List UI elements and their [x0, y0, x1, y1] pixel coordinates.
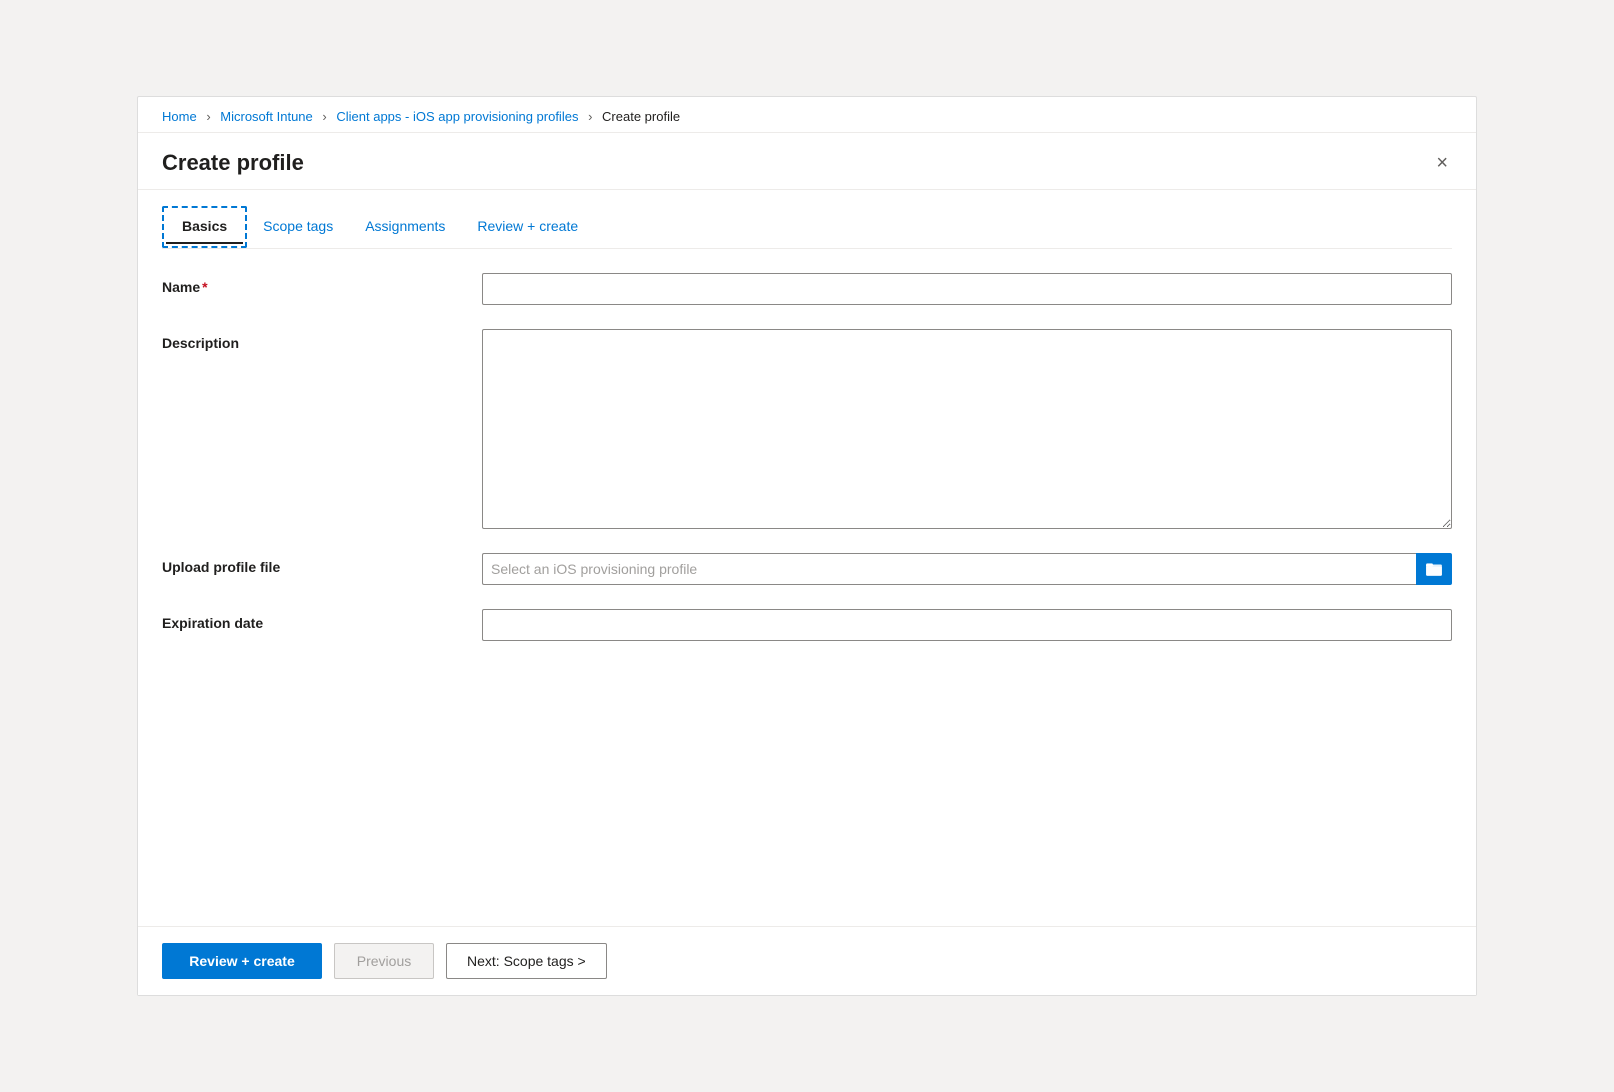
page-title: Create profile — [162, 150, 304, 176]
breadcrumb-intune[interactable]: Microsoft Intune — [220, 109, 313, 124]
name-required-star: * — [202, 279, 207, 295]
description-row: Description — [162, 329, 1452, 529]
previous-button: Previous — [334, 943, 434, 979]
breadcrumb-current: Create profile — [602, 109, 680, 124]
panel-header: Create profile × — [138, 133, 1476, 189]
review-create-button[interactable]: Review + create — [162, 943, 322, 979]
name-label: Name* — [162, 273, 482, 295]
breadcrumb-sep-3: › — [588, 109, 592, 124]
tab-assignments[interactable]: Assignments — [349, 206, 461, 248]
upload-row: Upload profile file Select an iOS provis… — [162, 553, 1452, 585]
tab-basics[interactable]: Basics — [166, 210, 243, 244]
breadcrumb-client-apps[interactable]: Client apps - iOS app provisioning profi… — [336, 109, 578, 124]
upload-label: Upload profile file — [162, 553, 482, 575]
footer-bar: Review + create Previous Next: Scope tag… — [138, 926, 1476, 995]
expiration-row: Expiration date — [162, 609, 1452, 641]
breadcrumb-sep-1: › — [206, 109, 210, 124]
upload-field-wrapper: Select an iOS provisioning profile — [482, 553, 1452, 585]
tab-basics-wrapper: Basics — [162, 206, 247, 248]
breadcrumb-sep-2: › — [322, 109, 326, 124]
description-label: Description — [162, 329, 482, 351]
expiration-label: Expiration date — [162, 609, 482, 631]
form-area: Name* Description Upload profile file Se… — [138, 249, 1476, 926]
create-profile-panel: Home › Microsoft Intune › Client apps - … — [137, 96, 1477, 996]
next-button[interactable]: Next: Scope tags > — [446, 943, 607, 979]
breadcrumb: Home › Microsoft Intune › Client apps - … — [138, 97, 1476, 133]
tab-scope-tags[interactable]: Scope tags — [247, 206, 349, 248]
name-row: Name* — [162, 273, 1452, 305]
description-input[interactable] — [482, 329, 1452, 529]
close-button[interactable]: × — [1432, 149, 1452, 177]
name-input[interactable] — [482, 273, 1452, 305]
breadcrumb-home[interactable]: Home — [162, 109, 197, 124]
folder-icon — [1425, 560, 1443, 578]
upload-placeholder-text: Select an iOS provisioning profile — [482, 553, 1416, 585]
tabs-container: Basics Scope tags Assignments Review + c… — [138, 190, 1476, 248]
upload-file-button[interactable] — [1416, 553, 1452, 585]
tab-review-create[interactable]: Review + create — [461, 206, 594, 248]
expiration-input[interactable] — [482, 609, 1452, 641]
